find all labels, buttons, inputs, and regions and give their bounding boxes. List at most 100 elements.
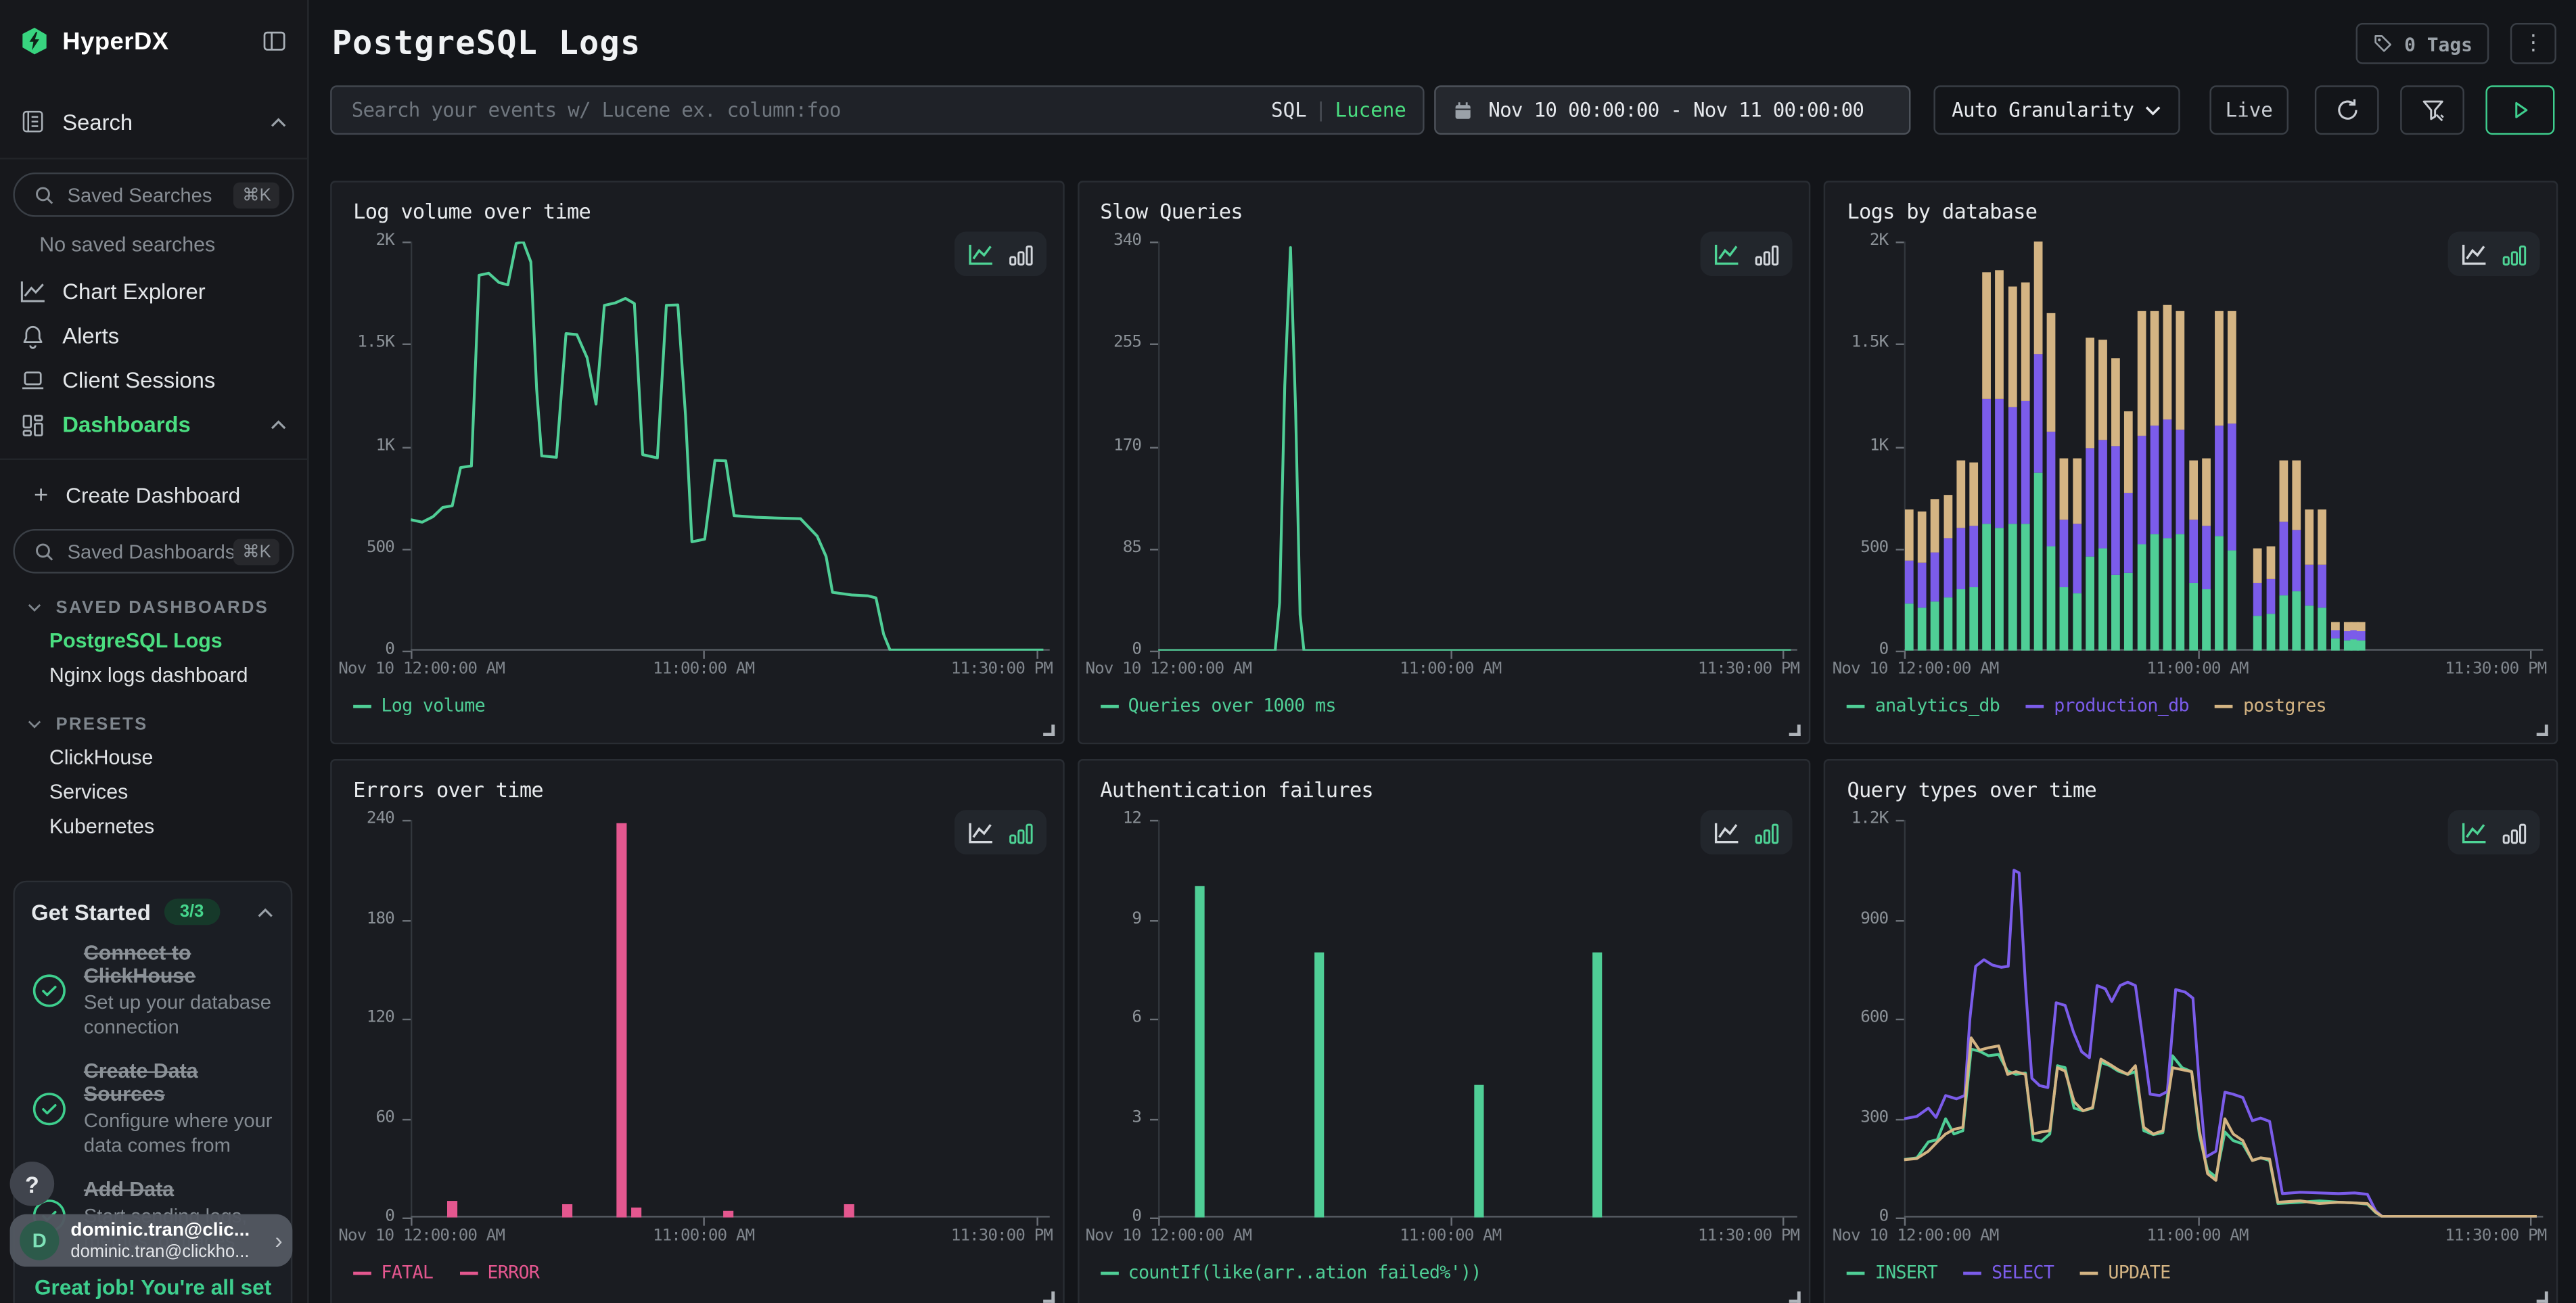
lang-lucene[interactable]: Lucene (1335, 99, 1406, 122)
line-chart-toggle-icon[interactable] (2461, 242, 2487, 265)
granularity-select[interactable]: Auto Granularity (1933, 85, 2180, 135)
legend-item-production_db[interactable]: production_db (2026, 695, 2189, 716)
sidebar-preset-clickhouse[interactable]: ClickHouse (0, 741, 307, 772)
chevron-up-icon[interactable] (269, 419, 288, 430)
line-chart-toggle-icon[interactable] (2461, 821, 2487, 844)
saved-dashboards-search[interactable]: ⌘K (13, 529, 294, 574)
legend-item-INSERT[interactable]: INSERT (1847, 1262, 1937, 1283)
stacked-bar-analytics_db (2280, 595, 2288, 651)
sidebar-dashboard-postgresql-logs[interactable]: PostgreSQL Logs (0, 624, 307, 656)
stacked-bar-analytics_db (2176, 534, 2185, 650)
chart-view-toggle[interactable] (2448, 231, 2540, 276)
sidebar-item-client-sessions[interactable]: Client Sessions (0, 358, 307, 403)
chevron-up-icon[interactable] (269, 116, 288, 127)
stacked-bar-postgres (2060, 458, 2069, 520)
section-presets[interactable]: PRESETS (0, 712, 307, 738)
y-axis-tick-mark (1149, 242, 1157, 243)
chevron-up-icon[interactable] (256, 906, 275, 917)
lang-sql[interactable]: SQL (1271, 99, 1307, 122)
saved-searches-search[interactable]: ⌘K (13, 173, 294, 217)
plot-area[interactable]: 340255170850Nov 10 12:00:00 AM11:00:00 A… (1079, 183, 1810, 743)
filter-button[interactable] (2400, 85, 2464, 135)
legend-item-countIf(like(arr..ation failed%'))[interactable]: countIf(like(arr..ation failed%')) (1100, 1262, 1481, 1283)
more-options-button[interactable]: ⋮ (2510, 23, 2556, 64)
get-started-item-connect[interactable]: Connect to ClickHouse Set up your databa… (31, 942, 274, 1041)
resize-handle-icon[interactable] (1042, 1291, 1054, 1303)
plot-area[interactable]: 240180120600Nov 10 12:00:00 AM11:00:00 A… (332, 760, 1063, 1303)
legend-item-analytics_db[interactable]: analytics_db (1847, 695, 2000, 716)
section-saved-dashboards[interactable]: SAVED DASHBOARDS (0, 595, 307, 621)
chart-view-toggle[interactable] (954, 231, 1046, 276)
sidebar-item-search[interactable]: Search (0, 97, 307, 146)
plot-area[interactable]: 1.2K9006003000Nov 10 12:00:00 AM11:00:00… (1826, 760, 2556, 1303)
chart-view-toggle[interactable] (1701, 810, 1793, 854)
tags-button[interactable]: 0 Tags (2357, 23, 2489, 64)
stacked-bar-postgres (2176, 311, 2185, 430)
stacked-bar-postgres (1957, 461, 1966, 528)
legend-item-UPDATE[interactable]: UPDATE (2080, 1262, 2170, 1283)
bar (723, 1211, 733, 1218)
stacked-bar-postgres (2047, 313, 2056, 432)
resize-handle-icon[interactable] (1042, 725, 1054, 736)
legend-item-FATAL[interactable]: FATAL (353, 1262, 433, 1283)
chart-view-toggle[interactable] (2448, 810, 2540, 854)
legend-item-SELECT[interactable]: SELECT (1964, 1262, 2054, 1283)
logo-row: HyperDX (0, 0, 307, 82)
bar-chart-toggle-icon[interactable] (2502, 821, 2527, 844)
line-chart-toggle-icon[interactable] (967, 821, 994, 844)
run-query-button[interactable] (2485, 85, 2554, 135)
saved-searches-input[interactable] (68, 183, 234, 206)
bar-chart-toggle-icon[interactable] (1008, 242, 1032, 265)
legend-item-Queries over 1000 ms[interactable]: Queries over 1000 ms (1100, 695, 1335, 716)
plot-area[interactable]: 2K1.5K1K5000Nov 10 12:00:00 AM11:00:00 A… (332, 183, 1063, 743)
sidebar-preset-services[interactable]: Services (0, 775, 307, 806)
legend-label: Log volume (381, 695, 485, 716)
sidebar-item-alerts[interactable]: Alerts (0, 314, 307, 359)
x-axis-tick-mark (704, 651, 705, 659)
chart-view-toggle[interactable] (954, 810, 1046, 854)
get-started-item-sources[interactable]: Create Data Sources Configure where your… (31, 1059, 274, 1158)
tag-icon (2373, 33, 2395, 55)
refresh-button[interactable] (2315, 85, 2379, 135)
legend-item-Log volume[interactable]: Log volume (353, 695, 485, 716)
bar (616, 823, 626, 1218)
bar-chart-toggle-icon[interactable] (1755, 242, 1780, 265)
legend-item-postgres[interactable]: postgres (2215, 695, 2326, 716)
sidebar-preset-kubernetes[interactable]: Kubernetes (0, 810, 307, 841)
y-axis-tick-label: 0 (1826, 1208, 1888, 1227)
event-search-box[interactable]: SQL|Lucene (330, 85, 1424, 135)
x-axis-label: Nov 10 12:00:00 AM (338, 660, 505, 679)
sidebar-item-chart-explorer[interactable]: Chart Explorer (0, 269, 307, 314)
bar (562, 1204, 572, 1218)
stacked-bar-postgres (2035, 242, 2044, 354)
sidebar-item-dashboards[interactable]: Dashboards (0, 403, 307, 447)
bar-chart-toggle-icon[interactable] (1755, 821, 1780, 844)
line-chart-toggle-icon[interactable] (967, 242, 994, 265)
event-search-input[interactable] (352, 99, 1271, 122)
collapse-sidebar-icon[interactable] (261, 28, 288, 54)
chart-view-toggle[interactable] (1701, 231, 1793, 276)
bar-chart-toggle-icon[interactable] (2502, 242, 2527, 265)
y-axis-tick-mark (402, 1019, 411, 1020)
query-language-switch[interactable]: SQL|Lucene (1271, 99, 1406, 122)
x-axis-tick-mark (704, 1218, 705, 1226)
sidebar-dashboard-nginx[interactable]: Nginx logs dashboard (0, 659, 307, 690)
plot-area[interactable]: 129630Nov 10 12:00:00 AM11:00:00 AM11:30… (1079, 760, 1810, 1303)
legend-item-ERROR[interactable]: ERROR (459, 1262, 539, 1283)
line-chart-toggle-icon[interactable] (1714, 821, 1741, 844)
create-dashboard-button[interactable]: + Create Dashboard (0, 473, 307, 516)
line-chart-toggle-icon[interactable] (1714, 242, 1741, 265)
plot-area[interactable]: 2K1.5K1K5000Nov 10 12:00:00 AM11:00:00 A… (1826, 183, 2556, 743)
resize-handle-icon[interactable] (1790, 725, 1801, 736)
stacked-bar-analytics_db (2060, 587, 2069, 651)
resize-handle-icon[interactable] (2537, 1291, 2548, 1303)
bar-chart-toggle-icon[interactable] (1008, 821, 1032, 844)
x-axis-label: 11:00:00 AM (2146, 660, 2248, 679)
help-button[interactable]: ? (10, 1162, 55, 1206)
saved-dashboards-input[interactable] (68, 540, 234, 563)
live-button[interactable]: Live (2209, 85, 2288, 135)
resize-handle-icon[interactable] (2537, 725, 2548, 736)
user-menu[interactable]: D dominic.tran@clic... dominic.tran@clic… (10, 1214, 293, 1267)
resize-handle-icon[interactable] (1790, 1291, 1801, 1303)
date-range-picker[interactable]: Nov 10 00:00:00 - Nov 11 00:00:00 (1434, 85, 1910, 135)
